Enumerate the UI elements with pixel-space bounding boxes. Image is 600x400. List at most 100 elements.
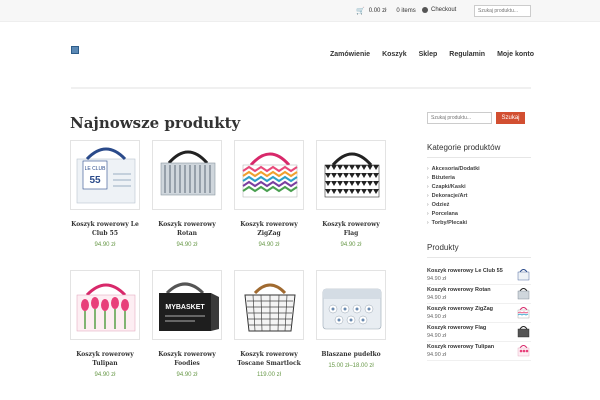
product-card[interactable]: Koszyk rowerowy Flag 94.90 zł: [316, 140, 386, 248]
sidebar-product-thumb[interactable]: [516, 324, 531, 339]
category-label: Biżuteria: [431, 174, 455, 181]
product-image[interactable]: [316, 270, 386, 340]
product-name[interactable]: Koszyk rowerowy Foodies: [152, 350, 222, 368]
bullet-arrow-icon: ›: [427, 174, 429, 181]
category-item[interactable]: › Odzież: [427, 200, 531, 209]
product-name[interactable]: Koszyk rowerowy Flag: [316, 220, 386, 238]
top-search-input[interactable]: [474, 5, 531, 17]
category-item[interactable]: › Torby/Plecaki: [427, 218, 531, 227]
product-name[interactable]: Koszyk rowerowy Rotan: [152, 220, 222, 238]
sidebar-search: Szukaj: [427, 112, 531, 124]
sidebar-product-name[interactable]: Koszyk rowerowy Rotan: [427, 287, 491, 293]
product-image[interactable]: MYBASKET: [152, 270, 222, 340]
categories-heading: Kategorie produktów: [427, 143, 531, 158]
bullet-arrow-icon: ›: [427, 192, 429, 199]
product-name[interactable]: Koszyk rowerowy Tulipan: [70, 350, 140, 368]
sidebar-product-list: Koszyk rowerowy Le Club 55 94.90 zł Kosz…: [427, 266, 531, 361]
sidebar-product-thumb[interactable]: [516, 286, 531, 301]
product-price: 94.90 zł: [176, 372, 198, 378]
sidebar-product-price: 94.90 zł: [427, 314, 447, 320]
main-nav: Zamówienie Koszyk Sklep Regulamin Moje k…: [330, 51, 546, 58]
sidebar-search-input[interactable]: [427, 112, 492, 124]
product-image[interactable]: [234, 270, 304, 340]
nav-item-regulamin[interactable]: Regulamin: [449, 51, 485, 58]
category-item[interactable]: › Porcelana: [427, 209, 531, 218]
sidebar-product-thumb[interactable]: [516, 305, 531, 320]
nav-item-moje-konto[interactable]: Moje konto: [497, 51, 534, 58]
products-heading: Produkty: [427, 243, 531, 258]
bullet-arrow-icon: ›: [427, 219, 429, 226]
product-price: 94.90 zł: [94, 372, 116, 378]
le-club-text: LE CLUB: [85, 166, 107, 172]
product-name[interactable]: Koszyk rowerowy ZigZag: [234, 220, 304, 238]
category-label: Odzież: [431, 201, 450, 208]
category-item[interactable]: › Dekoracje/Art: [427, 191, 531, 200]
sidebar-product-item[interactable]: Koszyk rowerowy Le Club 55 94.90 zł: [427, 266, 531, 285]
sidebar-product-item[interactable]: Koszyk rowerowy Tulipan 94.90 zł: [427, 342, 531, 361]
product-card[interactable]: Koszyk rowerowy Toscane Smartlock 119.00…: [234, 270, 304, 378]
product-price: 119.00 zł: [257, 372, 281, 378]
sidebar-product-name[interactable]: Koszyk rowerowy Le Club 55: [427, 268, 503, 274]
bullet-arrow-icon: ›: [427, 165, 429, 172]
product-image[interactable]: [152, 140, 222, 210]
category-label: Torby/Plecaki: [431, 219, 468, 226]
category-list: › Akcesoria/Dodatki › Biżuteria › Czapki/Ka…: [427, 164, 531, 227]
sidebar-product-name[interactable]: Koszyk rowerowy Tulipan: [427, 344, 494, 350]
bullet-arrow-icon: ›: [427, 201, 429, 208]
product-image[interactable]: [70, 270, 140, 340]
checkout-link[interactable]: Checkout: [422, 7, 456, 13]
product-card[interactable]: Koszyk rowerowy ZigZag 94.90 zł: [234, 140, 304, 248]
product-card[interactable]: Blaszane pudełko 15.00 zł–18.00 zł: [316, 270, 386, 369]
product-name[interactable]: Koszyk rowerowy Le Club 55: [70, 220, 140, 238]
top-bar: 🛒 0.00 zł 0 items Checkout: [0, 0, 600, 22]
bullet-arrow-icon: ›: [427, 183, 429, 190]
category-item[interactable]: › Czapki/Kaski: [427, 182, 531, 191]
cart-item-count: 0 items: [396, 8, 416, 14]
category-label: Dekoracje/Art: [431, 192, 468, 199]
product-image[interactable]: [234, 140, 304, 210]
sidebar-product-item[interactable]: Koszyk rowerowy Flag 94.90 zł: [427, 323, 531, 342]
sidebar-product-name[interactable]: Koszyk rowerowy Flag: [427, 325, 486, 331]
product-name[interactable]: Blaszane pudełko: [316, 350, 386, 359]
category-item[interactable]: › Akcesoria/Dodatki: [427, 164, 531, 173]
sidebar-search-button[interactable]: Szukaj: [496, 112, 525, 124]
product-price: 15.00 zł–18.00 zł: [328, 363, 374, 369]
nav-item-zamowienie[interactable]: Zamówienie: [330, 51, 370, 58]
product-image[interactable]: [316, 140, 386, 210]
page-title: Najnowsze produkty: [70, 114, 241, 132]
sidebar-product-price: 94.90 zł: [427, 333, 447, 339]
product-price: 94.90 zł: [340, 242, 362, 248]
nav-item-koszyk[interactable]: Koszyk: [382, 51, 407, 58]
product-price: 94.90 zł: [94, 242, 116, 248]
header-divider: [71, 87, 531, 89]
sidebar-product-name[interactable]: Koszyk rowerowy ZigZag: [427, 306, 493, 312]
product-name[interactable]: Koszyk rowerowy Toscane Smartlock: [234, 350, 304, 368]
nav-item-sklep[interactable]: Sklep: [419, 51, 438, 58]
sidebar-product-item[interactable]: Koszyk rowerowy Rotan 94.90 zł: [427, 285, 531, 304]
category-item[interactable]: › Biżuteria: [427, 173, 531, 182]
category-label: Akcesoria/Dodatki: [431, 165, 480, 172]
sidebar: Szukaj Kategorie produktów ›Akcesoria/Do…: [427, 112, 531, 361]
sidebar-product-thumb[interactable]: [516, 267, 531, 282]
sidebar-product-item[interactable]: Koszyk rowerowy ZigZag 94.90 zł: [427, 304, 531, 323]
checkout-label: Checkout: [431, 7, 457, 13]
product-card[interactable]: MYBASKET Koszyk rowerowy Foodies 94.90 z…: [152, 270, 222, 378]
category-label: Czapki/Kaski: [431, 183, 466, 190]
sidebar-product-thumb[interactable]: [516, 343, 531, 358]
product-card[interactable]: LE CLUB 55 Koszyk rowerowy Le Club 55 94…: [70, 140, 140, 248]
product-card[interactable]: Koszyk rowerowy Tulipan 94.90 zł: [70, 270, 140, 378]
le-club-number: 55: [89, 175, 101, 186]
sidebar-product-price: 94.90 zł: [427, 352, 447, 358]
product-card[interactable]: Koszyk rowerowy Rotan 94.90 zł: [152, 140, 222, 248]
cart-icon: 🛒: [356, 8, 365, 15]
category-label: Porcelana: [431, 210, 458, 217]
cart-amount: 0.00 zł: [368, 8, 387, 14]
product-price: 94.90 zł: [176, 242, 198, 248]
product-price: 94.90 zł: [258, 242, 280, 248]
sidebar-product-price: 94.90 zł: [427, 295, 447, 301]
product-image[interactable]: LE CLUB 55: [70, 140, 140, 210]
mini-cart[interactable]: 🛒 0.00 zł 0 items: [356, 7, 416, 15]
site-logo[interactable]: [71, 46, 79, 54]
mybasket-text: MYBASKET: [165, 304, 205, 311]
sidebar-product-price: 94.90 zł: [427, 276, 447, 282]
